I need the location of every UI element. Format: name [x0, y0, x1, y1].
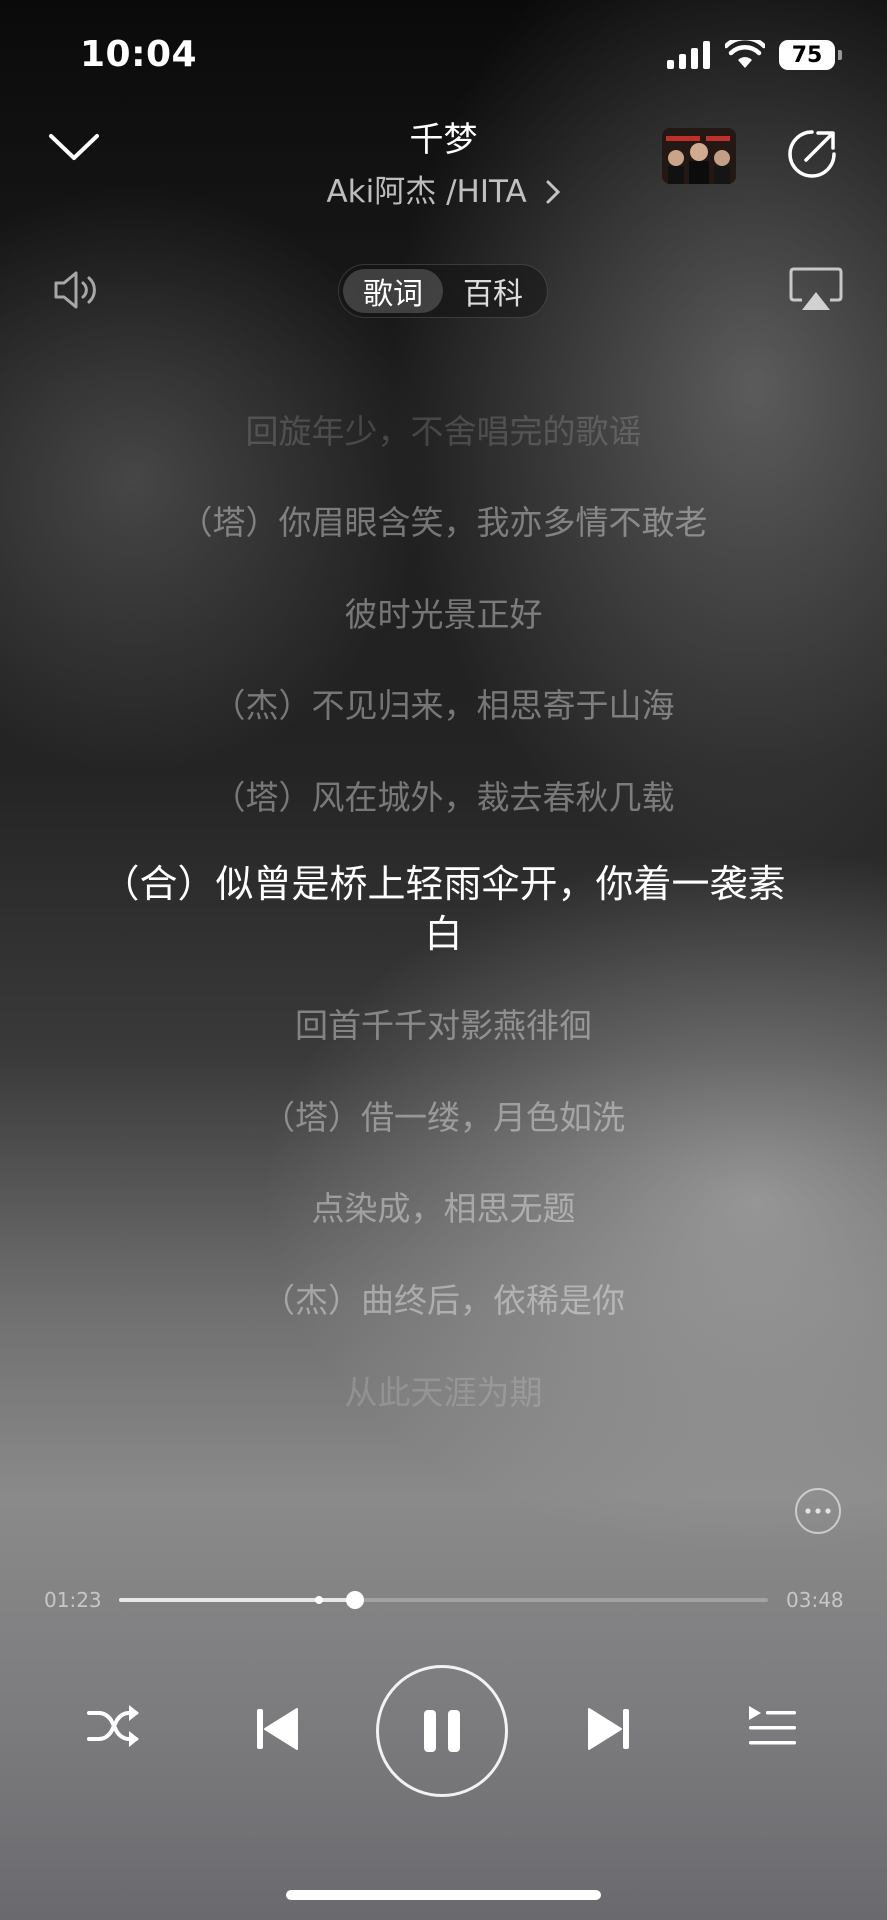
- lyric-line[interactable]: （塔）你眉眼含笑，我亦多情不敢老: [60, 500, 827, 546]
- wifi-icon: [725, 40, 765, 68]
- tab-lyrics[interactable]: 歌词: [343, 269, 443, 313]
- artist-link[interactable]: Aki阿杰 /HITA: [0, 166, 887, 211]
- battery-indicator: 75: [779, 40, 842, 70]
- lyrics-wiki-switch: 歌词 百科: [338, 264, 548, 318]
- progress-slider[interactable]: [119, 1591, 768, 1609]
- tab-wiki[interactable]: 百科: [443, 269, 543, 313]
- total-time: 03:48: [786, 1588, 844, 1612]
- lyric-line[interactable]: 彼时光景正好: [60, 592, 827, 638]
- lyric-line[interactable]: 点染成，相思无题: [60, 1186, 827, 1232]
- home-indicator[interactable]: [286, 1890, 601, 1900]
- lyric-line[interactable]: （塔）风在城外，裁去春秋几载: [60, 775, 827, 821]
- lyric-line[interactable]: （塔）借一缕，月色如洗: [60, 1095, 827, 1141]
- share-icon[interactable]: [786, 128, 838, 180]
- artist-name: Aki阿杰 /HITA: [326, 174, 527, 210]
- song-title: 千梦: [409, 120, 478, 160]
- ellipsis-icon: [805, 1508, 831, 1514]
- airplay-icon[interactable]: [788, 266, 844, 314]
- lyric-text-line: （合）似曾是桥上轻雨伞开，你着一袭素: [101, 862, 786, 906]
- album-cover[interactable]: [662, 128, 736, 184]
- lyric-line[interactable]: （杰）不见归来，相思寄于山海: [60, 683, 827, 729]
- next-icon[interactable]: [586, 1706, 632, 1752]
- progress-marker: [314, 1596, 323, 1604]
- lyric-text-line: 白: [424, 912, 463, 956]
- more-options-button[interactable]: [795, 1488, 841, 1534]
- signal-icon: [667, 41, 710, 69]
- pause-button[interactable]: [376, 1665, 508, 1797]
- shuffle-icon[interactable]: [86, 1702, 142, 1750]
- progress-knob[interactable]: [346, 1591, 365, 1609]
- lyric-line[interactable]: （杰）曲终后，依稀是你: [60, 1278, 827, 1324]
- elapsed-time: 01:23: [44, 1588, 102, 1612]
- battery-level: 75: [791, 42, 823, 68]
- status-icons: 75: [667, 40, 842, 70]
- album-art-image: [662, 128, 736, 184]
- playlist-icon[interactable]: [746, 1704, 798, 1752]
- lyric-line[interactable]: 回旋年少，不舍唱完的歌谣: [60, 409, 827, 455]
- lyric-line-current[interactable]: （合）似曾是桥上轻雨伞开，你着一袭素 白: [60, 859, 827, 959]
- previous-icon[interactable]: [254, 1706, 300, 1752]
- chevron-right-icon: [546, 180, 560, 204]
- status-time: 10:04: [80, 34, 198, 75]
- lyric-line[interactable]: 回首千千对影燕徘徊: [60, 1003, 827, 1049]
- pause-icon: [424, 1710, 460, 1752]
- volume-icon[interactable]: [52, 268, 100, 312]
- lyric-line[interactable]: 从此天涯为期: [60, 1370, 827, 1416]
